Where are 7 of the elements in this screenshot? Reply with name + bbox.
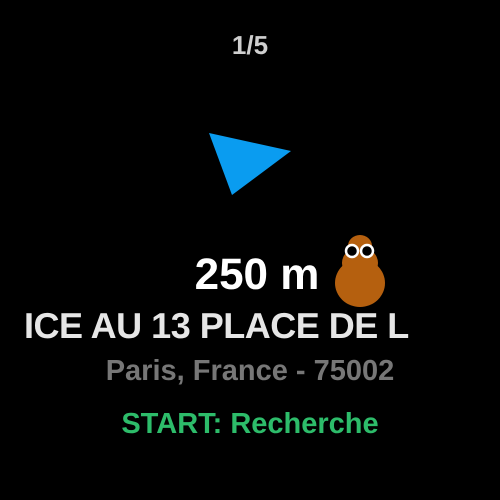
bird-icon bbox=[335, 233, 386, 307]
address-text: Paris, France - 75002 bbox=[106, 355, 394, 388]
page-indicator: 1/5 bbox=[232, 30, 268, 61]
start-action: START: Recherche bbox=[121, 408, 379, 441]
direction-arrow-icon bbox=[208, 133, 290, 195]
destination-title: ICE AU 13 PLACE DE L bbox=[24, 305, 409, 347]
distance: 250 m bbox=[194, 253, 320, 297]
